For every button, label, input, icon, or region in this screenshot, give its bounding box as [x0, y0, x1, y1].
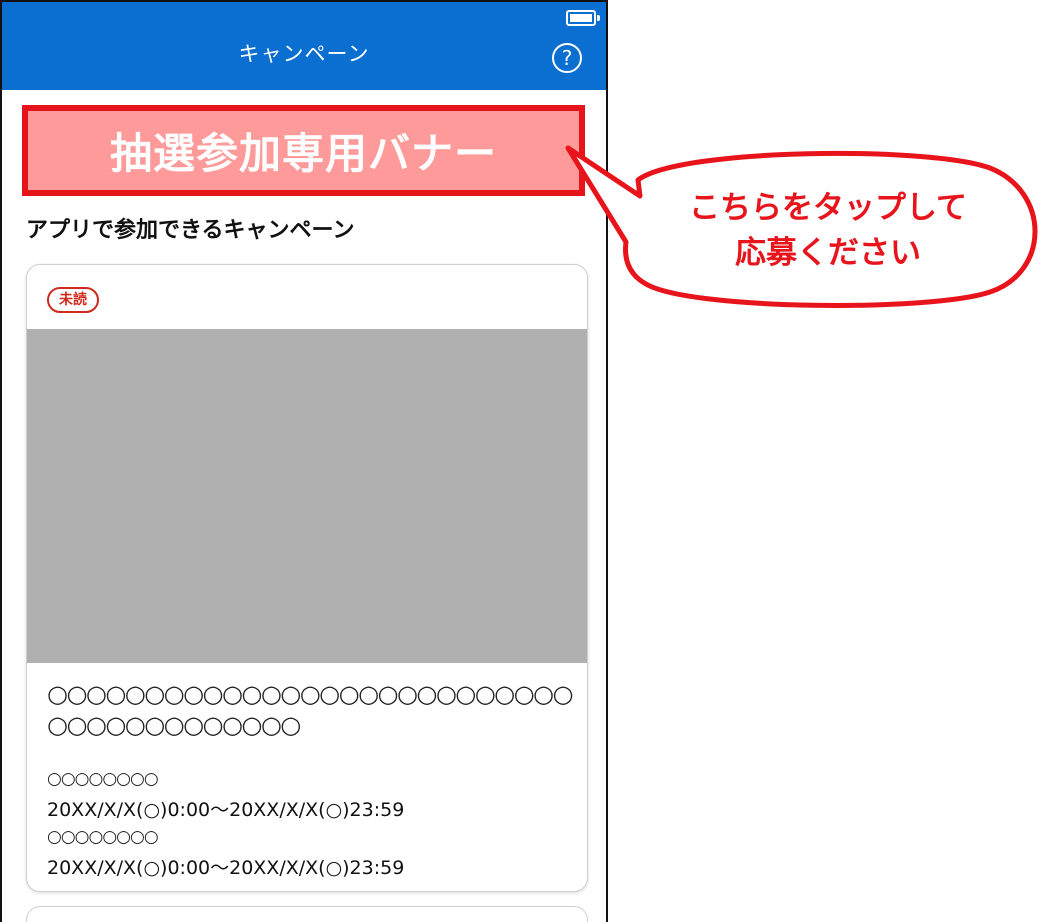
- period-label: ○○○○○○○○: [47, 827, 159, 847]
- callout-text: こちらをタップして 応募ください: [628, 186, 1028, 276]
- lottery-banner[interactable]: 抽選参加専用バナー: [22, 105, 585, 196]
- section-title: アプリで参加できるキャンペーン: [26, 218, 355, 243]
- battery-icon: [566, 10, 600, 26]
- help-icon[interactable]: ?: [552, 43, 582, 73]
- period-value: 20XX/X/X(○)0:00〜20XX/X/X(○)23:59: [47, 857, 405, 879]
- unread-badge: 未読: [47, 287, 99, 313]
- callout-line-1: こちらをタップして: [688, 190, 968, 226]
- period-label: ○○○○○○○○: [47, 769, 159, 789]
- campaign-image[interactable]: [27, 329, 587, 663]
- app-header: キャンペーン ?: [2, 2, 606, 90]
- page-title: キャンペーン: [238, 42, 370, 66]
- campaign-card-next[interactable]: [26, 906, 588, 922]
- banner-label: 抽選参加専用バナー: [109, 129, 497, 178]
- phone-screen: キャンペーン ? 抽選参加専用バナー アプリで参加できるキャンペーン 未読 ○○…: [0, 0, 608, 922]
- callout-line-2: 応募ください: [735, 235, 921, 271]
- campaign-card[interactable]: 未読 ○○○○○○○○○○○○○○○○○○○○○○○○○○○○○○○○○○○○○…: [26, 264, 588, 892]
- campaign-title: ○○○○○○○○○○○○○○○○○○○○○○○○○○○○○○○○○○○○○○○○: [47, 680, 573, 739]
- period-value: 20XX/X/X(○)0:00〜20XX/X/X(○)23:59: [47, 799, 405, 821]
